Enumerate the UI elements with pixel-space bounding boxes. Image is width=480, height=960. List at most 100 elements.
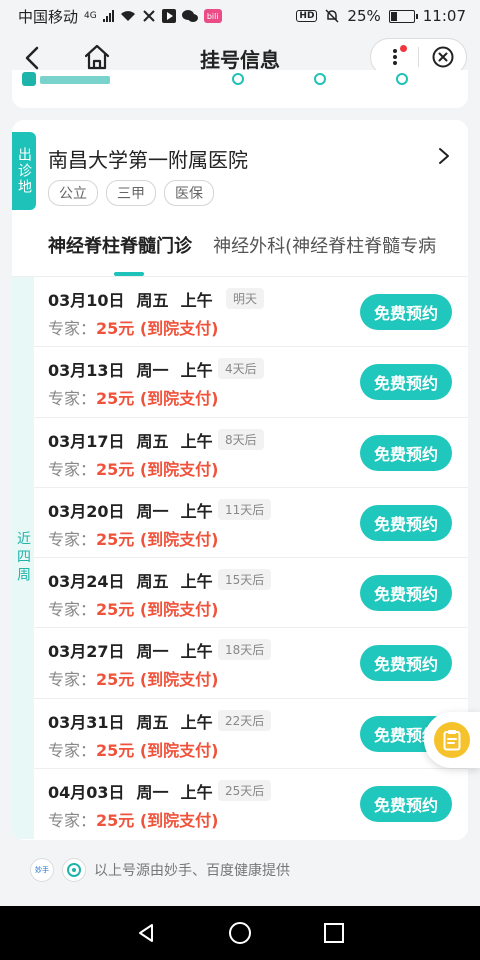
system-recents-icon[interactable] xyxy=(323,922,345,944)
appointment-slot: 03月24日 周五 上午 15天后 专家：25元 (到院支付) 免费预约 xyxy=(34,558,468,629)
bilibili-icon: bili xyxy=(203,9,222,23)
slot-type-label: 专家： xyxy=(48,319,97,338)
hospital-card: 出诊地 南昌大学第一附属医院 公立 三甲 医保 神经脊柱脊髓门诊 神经外科(神经… xyxy=(12,120,468,840)
slot-price-line: 专家：25元 (到院支付) xyxy=(48,666,218,690)
slot-price-line: 专家：25元 (到院支付) xyxy=(48,385,218,409)
slot-price: 25元 (到院支付) xyxy=(96,600,219,620)
check-circle-icon xyxy=(314,73,326,85)
hospital-tag: 公立 xyxy=(48,180,98,206)
check-circle-icon xyxy=(232,73,244,85)
tab-neurosurgery[interactable]: 神经外科(神经脊柱脊髓专病 xyxy=(213,232,436,258)
slot-relative-badge: 15天后 xyxy=(218,569,272,591)
free-booking-button[interactable]: 免费预约 xyxy=(360,575,452,612)
slot-weekday: 周一 xyxy=(136,783,169,803)
slot-weekday: 周五 xyxy=(136,291,169,310)
slot-price: 25元 (到院支付) xyxy=(96,459,219,479)
slot-date-line: 03月20日 周一 上午 xyxy=(48,498,225,522)
miaoshou-logo-icon: 妙手 xyxy=(30,858,54,882)
appointment-slot: 03月10日 周五 上午 明天 专家：25元 (到院支付) 免费预约 xyxy=(34,277,468,348)
slot-relative-badge: 11天后 xyxy=(218,498,272,520)
slot-period: 上午 xyxy=(180,501,213,521)
slot-price: 25元 (到院支付) xyxy=(96,389,219,409)
free-booking-button[interactable]: 免费预约 xyxy=(360,504,452,541)
slot-date: 03月10日 xyxy=(48,291,125,310)
slot-weekday: 周五 xyxy=(136,431,169,451)
appointment-slot: 04月03日 周一 上午 25天后 专家：25元 (到院支付) 免费预约 xyxy=(34,769,468,839)
close-circle-icon xyxy=(432,46,453,68)
hd-badge: HD xyxy=(296,10,318,22)
slot-relative-badge: 4天后 xyxy=(218,358,264,380)
slot-type-label: 专家： xyxy=(48,740,97,760)
doctor-summary-card xyxy=(12,70,468,108)
slot-price: 25元 (到院支付) xyxy=(96,740,219,760)
hospital-tag: 三甲 xyxy=(106,180,156,206)
slot-price: 25元 (到院支付) xyxy=(96,529,219,549)
appointment-slot: 03月17日 周五 上午 8天后专家：25元 (到院支付) 免费预约 xyxy=(34,418,468,488)
appointment-slot: 03月27日 周一 上午 18天后 专家：25元 (到院支付) 免费预约 xyxy=(34,628,468,699)
slot-price-line: 专家：25元 (到院支付) xyxy=(48,526,218,550)
slot-relative-badge: 22天后 xyxy=(218,709,272,731)
slot-price: 25元 (到院支付) xyxy=(96,811,219,831)
system-back-icon[interactable] xyxy=(135,922,157,944)
slot-period: 上午 xyxy=(180,783,213,803)
slot-type-label: 专家： xyxy=(48,529,97,549)
slot-date: 03月20日 xyxy=(48,501,125,521)
slot-date-line: 03月24日 周五 上午 xyxy=(48,568,225,592)
slot-date-line: 03月17日 周五 上午 xyxy=(48,428,225,452)
free-booking-button[interactable]: 免费预约 xyxy=(360,645,452,682)
battery-percent: 25% xyxy=(347,7,381,25)
slot-period: 上午 xyxy=(180,431,213,451)
region-tag: 出诊地 xyxy=(12,132,36,210)
carrier-label: 中国移动 xyxy=(18,7,79,26)
notification-off-icon xyxy=(143,10,155,22)
appointment-slot: 03月20日 周一 上午 11天后 专家：25元 (到院支付) 免费预约 xyxy=(34,488,468,559)
slot-period: 上午 xyxy=(180,572,213,592)
status-bar: 中国移动 4G bili HD 25% 11:07 xyxy=(0,0,480,32)
slot-price-line: 专家：25元 (到院支付) xyxy=(48,315,218,339)
wifi-icon xyxy=(120,11,135,21)
slot-date-line: 04月03日 周一 上午 xyxy=(48,779,225,803)
clipboard-icon xyxy=(434,722,470,758)
slot-type-label: 专家： xyxy=(48,600,97,620)
slot-date: 03月31日 xyxy=(48,712,125,732)
slot-weekday: 周一 xyxy=(136,642,169,662)
appointment-slot: 03月31日 周五 上午 22天后 专家：25元 (到院支付) 免费预约 xyxy=(34,699,468,770)
slot-date: 03月27日 xyxy=(48,642,125,662)
clock: 11:07 xyxy=(422,7,466,25)
slot-weekday: 周一 xyxy=(136,501,169,521)
notification-dot xyxy=(400,45,407,52)
slot-type-label: 专家： xyxy=(48,459,97,479)
source-note: 妙手 以上号源由妙手、百度健康提供 xyxy=(30,858,290,882)
slot-relative-badge: 25天后 xyxy=(218,780,272,802)
slot-price-line: 专家：25元 (到院支付) xyxy=(48,737,218,761)
hospital-name[interactable]: 南昌大学第一附属医院 xyxy=(48,144,248,173)
free-booking-button[interactable]: 免费预约 xyxy=(360,786,452,823)
slot-relative-badge: 明天 xyxy=(226,288,265,309)
battery-icon xyxy=(388,9,418,23)
system-home-icon[interactable] xyxy=(228,921,252,945)
free-booking-button[interactable]: 免费预约 xyxy=(360,364,452,401)
slot-price: 25元 (到院支付) xyxy=(96,670,219,690)
free-booking-button[interactable]: 免费预约 xyxy=(360,294,452,330)
slot-weekday: 周五 xyxy=(136,712,169,732)
slot-list: 03月10日 周五 上午 明天 专家：25元 (到院支付) 免费预约 03月13日 周一 上午 4… xyxy=(34,277,468,839)
chevron-right-icon[interactable] xyxy=(434,146,454,166)
tab-spine-clinic[interactable]: 神经脊柱脊髓门诊 xyxy=(48,232,192,258)
slot-date: 03月13日 xyxy=(48,361,125,381)
play-icon xyxy=(161,9,176,23)
silent-icon xyxy=(325,9,339,23)
slot-price-line: 专家：25元 (到院支付) xyxy=(48,596,218,620)
department-tabs: 神经脊柱脊髓门诊 神经外科(神经脊柱脊髓专病 xyxy=(48,232,468,280)
slot-period: 上午 xyxy=(180,642,213,662)
floating-notes-button[interactable] xyxy=(424,712,480,768)
service-ticks xyxy=(232,73,408,85)
free-booking-button[interactable]: 免费预约 xyxy=(360,434,452,471)
slot-date-line: 03月13日 周一 上午 xyxy=(48,357,225,381)
slot-period: 上午 xyxy=(180,361,213,381)
slot-relative-badge: 8天后 xyxy=(218,428,264,450)
source-text: 以上号源由妙手、百度健康提供 xyxy=(94,863,290,879)
slot-type-label: 专家： xyxy=(48,389,97,409)
slot-weekday: 周五 xyxy=(136,572,169,592)
signal-icon xyxy=(102,10,114,22)
slot-period: 上午 xyxy=(180,712,213,732)
